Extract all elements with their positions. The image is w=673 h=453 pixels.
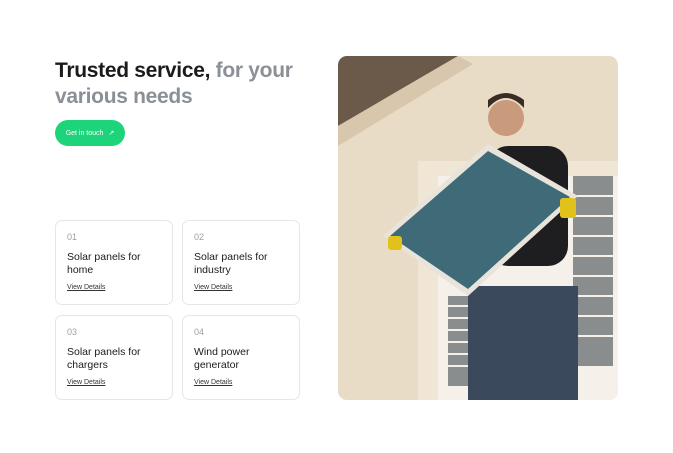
card-title: Solar panels for industry	[194, 251, 268, 276]
arrow-up-right-icon: ↗	[108, 130, 115, 137]
view-details-link[interactable]: View Details	[67, 379, 105, 386]
cta-label: Get in touch	[65, 129, 104, 137]
card-title: Wind power generator	[194, 346, 250, 371]
view-details-link[interactable]: View Details	[194, 379, 232, 386]
card-title: Solar panels for chargers	[67, 346, 141, 371]
card-number: 03	[67, 327, 78, 337]
get-in-touch-button[interactable]: Get in touch ↗	[55, 120, 125, 146]
card-number: 02	[194, 232, 205, 242]
card-number: 04	[194, 327, 205, 337]
page-title: Trusted service, for your various needs	[55, 58, 315, 110]
view-details-link[interactable]: View Details	[194, 284, 232, 291]
card-title: Solar panels for home	[67, 251, 141, 276]
title-dark: Trusted service,	[55, 59, 211, 82]
card-number: 01	[67, 232, 78, 242]
service-card[interactable]: 04 Wind power generator View Details	[182, 315, 300, 400]
service-card[interactable]: 03 Solar panels for chargers View Detail…	[55, 315, 173, 400]
service-card[interactable]: 02 Solar panels for industry View Detail…	[182, 220, 300, 305]
view-details-link[interactable]: View Details	[67, 284, 105, 291]
service-card[interactable]: 01 Solar panels for home View Details	[55, 220, 173, 305]
hero-photo	[338, 56, 618, 400]
